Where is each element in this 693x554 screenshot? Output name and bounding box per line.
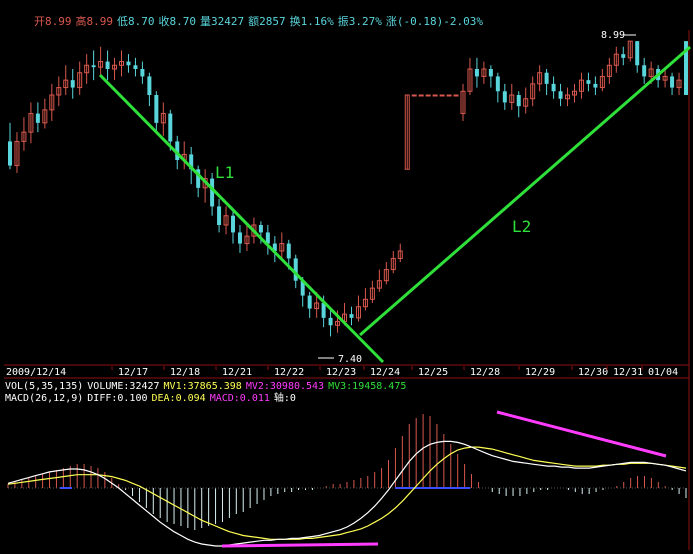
candle-body	[502, 91, 507, 103]
header-close: 收8.70	[159, 14, 197, 28]
candle-body	[140, 69, 145, 77]
candle-body	[474, 69, 479, 77]
candle-body	[446, 94, 452, 97]
candle-body	[411, 94, 417, 97]
candle-body	[328, 317, 333, 326]
header-low: 低8.70	[117, 15, 155, 28]
header-change: 涨(-0.18)-2.03%	[386, 15, 483, 28]
vol-mv1: MV1:37865.398	[164, 381, 242, 392]
x-tick-label: 12/31	[613, 367, 643, 378]
candle-body	[418, 94, 424, 97]
candle-body	[91, 65, 96, 68]
x-tick-label: 12/24	[370, 367, 400, 378]
candle-body	[439, 94, 445, 97]
header-amount: 额2857	[248, 15, 286, 28]
header-high: 高8.99	[76, 14, 114, 28]
candle-body	[488, 69, 493, 77]
macd-dea: DEA:0.094	[152, 393, 206, 404]
x-tick-label: 12/18	[170, 367, 200, 378]
candle-body	[8, 141, 12, 166]
candle-body	[293, 258, 298, 281]
candle-body	[286, 243, 291, 259]
macd-value: MACD:0.011	[210, 393, 270, 404]
macd-bottom-divergence-line	[221, 542, 379, 548]
x-tick-label: 12/25	[418, 367, 448, 378]
candle-body	[349, 314, 354, 318]
candle-body	[495, 76, 500, 92]
candle-body	[258, 225, 263, 233]
low-price-label: 7.40	[338, 354, 362, 365]
candle-body	[453, 94, 459, 97]
x-tick-label: 12/17	[118, 367, 148, 378]
candle-body	[635, 41, 640, 66]
candle-body	[168, 113, 173, 142]
trendline-l2-label: L2	[512, 217, 531, 236]
peak-price-label: 8.99	[601, 30, 625, 41]
candle-body	[558, 91, 563, 99]
x-tick-label: 12/21	[222, 367, 252, 378]
vol-mv3: MV3:19458.475	[328, 381, 406, 392]
trendline-l1-label: L1	[215, 163, 234, 182]
x-tick-label: 12/30	[578, 367, 608, 378]
header-amplitude: 振3.27%	[338, 14, 382, 28]
candle-body	[551, 83, 556, 92]
x-tick-label: 01/04	[648, 367, 678, 378]
macd-label: MACD(26,12,9)	[5, 393, 83, 404]
header-open: 开8.99	[34, 15, 72, 28]
candle-body	[70, 80, 75, 88]
macd-diff: DIFF:0.100	[87, 393, 147, 404]
vol-mv2: MV2:30980.543	[246, 381, 324, 392]
vol-volume: VOLUME:32427	[87, 381, 159, 392]
vol-label: VOL(5,35,135)	[5, 381, 83, 392]
header-volume: 量32427	[200, 15, 244, 28]
candle-body	[593, 83, 598, 88]
candle-body	[432, 94, 438, 97]
macd-axis: 轴:0	[274, 391, 296, 404]
candle-body	[35, 113, 40, 123]
stock-chart: 开8.99 高8.99 低8.70 收8.70 量32427 额2857 换1.…	[0, 0, 693, 554]
candle-body	[425, 94, 431, 97]
candle-body	[307, 295, 312, 309]
candle-body	[516, 95, 521, 107]
candle-body	[154, 95, 159, 123]
candle-body	[586, 80, 591, 84]
x-tick-label: 12/29	[525, 367, 555, 378]
candle-body	[147, 76, 152, 95]
x-tick-label: 12/22	[274, 367, 304, 378]
candle-body	[621, 54, 626, 58]
candle-body	[126, 61, 131, 66]
candle-body	[210, 178, 215, 207]
candle-body	[105, 61, 110, 69]
x-tick-label: 12/23	[326, 367, 356, 378]
candle-body	[231, 215, 236, 233]
candle-body	[544, 72, 549, 84]
candle-body	[133, 65, 138, 69]
candle-body	[237, 232, 242, 244]
x-tick-label: 2009/12/14	[6, 367, 66, 378]
x-tick-label: 12/28	[470, 367, 500, 378]
header-turnover: 换1.16%	[290, 14, 334, 28]
candle-body	[217, 206, 222, 225]
candle-body	[670, 76, 675, 88]
candle-body	[642, 65, 647, 77]
